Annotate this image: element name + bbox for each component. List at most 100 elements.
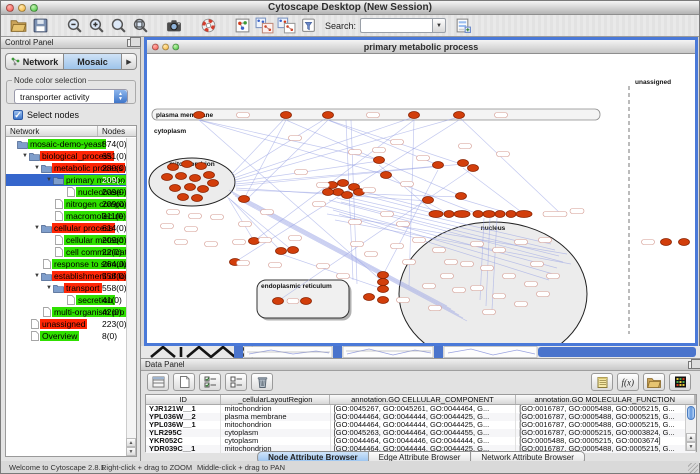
merge-networks-b-button[interactable] <box>275 16 297 36</box>
formula-builder-button[interactable]: f(x) <box>617 373 639 391</box>
zoom-in-button[interactable] <box>85 16 107 36</box>
new-attribute-button[interactable] <box>173 373 195 391</box>
table-row[interactable]: YLR295Ccytoplasm[GO:0045263, GO:0044464,… <box>146 429 696 437</box>
tree-row[interactable]: ▼transport558(0) <box>6 282 136 294</box>
network-node[interactable] <box>458 160 469 167</box>
float-panel-icon[interactable] <box>127 39 136 47</box>
table-column-header[interactable]: _cellularLayoutRegion <box>221 395 330 404</box>
network-node[interactable] <box>444 211 454 218</box>
network-node[interactable] <box>323 189 334 196</box>
network-node[interactable] <box>468 165 479 172</box>
node-color-combobox[interactable]: transporter activity ▲▼ <box>14 89 128 104</box>
table-column-header[interactable]: ID <box>146 395 221 404</box>
table-column-header[interactable]: annotation.GO MOLECULAR_FUNCTION <box>516 395 695 404</box>
expander-icon[interactable]: ▼ <box>33 273 41 279</box>
network-node[interactable] <box>456 193 467 200</box>
expander-icon[interactable]: ▼ <box>45 285 53 291</box>
network-node[interactable] <box>473 211 483 218</box>
tree-scroll-up-icon[interactable]: ▲ <box>126 438 136 447</box>
open-session-button[interactable] <box>7 16 29 36</box>
save-session-button[interactable] <box>29 16 51 36</box>
network-node[interactable] <box>288 247 299 254</box>
network-node[interactable] <box>182 161 193 168</box>
network-node[interactable] <box>454 112 465 119</box>
tree-row[interactable]: ▼cellular process614(0) <box>6 222 136 234</box>
attribute-batch-button[interactable] <box>452 16 474 36</box>
search-dropdown-button[interactable]: ▼ <box>432 18 446 33</box>
filter-button[interactable] <box>297 16 319 36</box>
tree-row[interactable]: macromolecule311(0) <box>6 210 136 222</box>
network-node[interactable] <box>342 192 353 199</box>
table-column-header[interactable]: annotation.GO CELLULAR_COMPONENT <box>330 395 515 404</box>
network-node[interactable] <box>378 279 389 286</box>
tree-row[interactable]: mosaic-demo-yeast874(0) <box>6 138 136 150</box>
select-attributes-button[interactable] <box>199 373 221 391</box>
network-node[interactable] <box>679 239 690 246</box>
network-node[interactable] <box>170 185 181 192</box>
notepad-button[interactable] <box>591 373 613 391</box>
select-nodes-checkbox[interactable]: ✓ <box>13 110 23 120</box>
network-node[interactable] <box>429 211 443 218</box>
network-node[interactable] <box>423 197 434 204</box>
tree-row[interactable]: unassigned223(0) <box>6 318 136 330</box>
network-node[interactable] <box>301 298 312 305</box>
network-node[interactable] <box>495 211 505 218</box>
network-node[interactable] <box>374 157 385 164</box>
network-node[interactable] <box>378 286 389 293</box>
open-attributes-button[interactable] <box>643 373 665 391</box>
network-canvas[interactable]: plasma membranecytoplasmmitochondrionnuc… <box>147 54 695 343</box>
tree-row[interactable]: secretion41(0) <box>6 294 136 306</box>
network-node[interactable] <box>378 297 389 304</box>
unselect-attributes-button[interactable] <box>225 373 247 391</box>
table-row[interactable]: YPL036W__2plasma membrane[GO:0044464, GO… <box>146 413 696 421</box>
tree-row[interactable]: Overview8(0) <box>6 330 136 342</box>
network-node[interactable] <box>378 272 389 279</box>
network-node[interactable] <box>409 112 420 119</box>
network-node[interactable] <box>204 172 215 179</box>
tree-row[interactable]: nucleobase-209(0) <box>6 186 136 198</box>
table-scroll-down-icon[interactable]: ▼ <box>686 442 696 451</box>
network-node[interactable] <box>338 180 349 187</box>
merge-networks-a-button[interactable] <box>253 16 275 36</box>
snapshot-camera-button[interactable] <box>163 16 185 36</box>
table-scrollbar-thumb[interactable] <box>687 406 695 420</box>
network-node[interactable] <box>273 298 284 305</box>
network-node[interactable] <box>239 196 250 203</box>
network-node[interactable] <box>249 238 260 245</box>
search-input[interactable] <box>360 18 432 33</box>
table-scroll-up-icon[interactable]: ▲ <box>686 433 696 442</box>
vizmapper-button[interactable] <box>231 16 253 36</box>
expander-icon[interactable]: ▼ <box>33 225 41 231</box>
tree-row[interactable]: ▼establishment of lo558(0) <box>6 270 136 282</box>
network-node[interactable] <box>454 211 470 218</box>
network-node[interactable] <box>323 112 334 119</box>
heatmap-button[interactable] <box>669 373 691 391</box>
tree-row[interactable]: nitrogen compo209(0) <box>6 198 136 210</box>
expander-icon[interactable]: ▼ <box>21 153 29 159</box>
network-node[interactable] <box>433 162 444 169</box>
table-scrollbar[interactable]: ▲ ▼ <box>685 405 696 451</box>
zoom-actual-button[interactable] <box>107 16 129 36</box>
network-node[interactable] <box>516 211 532 218</box>
network-node[interactable] <box>281 112 292 119</box>
help-button[interactable] <box>197 16 219 36</box>
network-node[interactable] <box>190 175 201 182</box>
network-node[interactable] <box>162 174 173 181</box>
network-node[interactable] <box>196 163 207 170</box>
tree-row[interactable]: response to stimulu264(0) <box>6 258 136 270</box>
column-layout-button[interactable] <box>147 373 169 391</box>
network-node[interactable] <box>483 211 495 218</box>
delete-attribute-button[interactable] <box>251 373 273 391</box>
expander-icon[interactable]: ▼ <box>33 165 41 171</box>
network-node[interactable] <box>198 186 209 193</box>
network-node[interactable] <box>192 195 203 202</box>
tree-row[interactable]: ▼metabolic process280(0) <box>6 162 136 174</box>
tree-scroll-down-icon[interactable]: ▼ <box>126 447 136 456</box>
expander-icon[interactable]: ▼ <box>45 177 53 183</box>
tabs-overflow-button[interactable]: ▶ <box>122 53 137 70</box>
tree-row[interactable]: cellular metabo209(0) <box>6 234 136 246</box>
table-row[interactable]: YPL036W__1mitochondrion[GO:0044464, GO:0… <box>146 421 696 429</box>
network-node[interactable] <box>661 239 672 246</box>
network-node[interactable] <box>185 184 196 191</box>
network-node[interactable] <box>208 180 219 187</box>
